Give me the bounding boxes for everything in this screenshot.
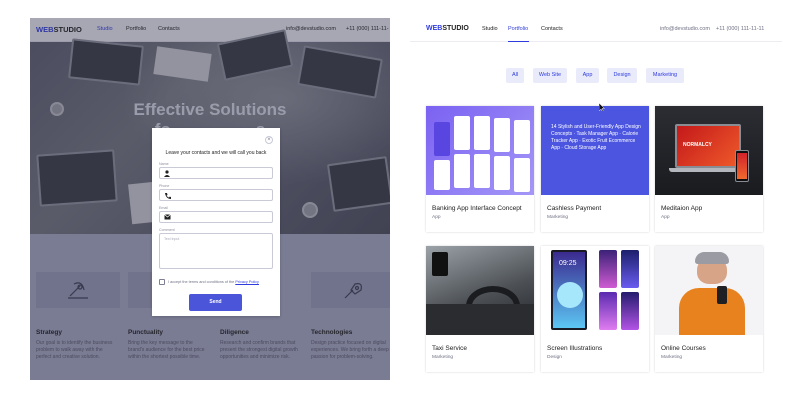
app-screen (494, 118, 510, 152)
app-screen (454, 116, 470, 150)
portfolio-card[interactable]: Banking App Interface Concept App (426, 106, 534, 232)
filter-all[interactable]: All (506, 68, 524, 83)
card-title: Banking App Interface Concept (432, 205, 522, 212)
card-title: Screen Illustrations (547, 345, 603, 352)
modal-title: Leave your contacts and we will call you… (165, 150, 267, 156)
card-category: Marketing (661, 355, 683, 360)
laptop-mockup: NORMALCY (675, 124, 741, 168)
card-image: 14 Stylish and User-Friendly App Design … (541, 106, 649, 195)
mail-icon (164, 214, 171, 220)
comment-textarea[interactable]: Text input (159, 233, 273, 269)
filter-design[interactable]: Design (607, 68, 637, 83)
portfolio-card[interactable]: 14 Stylish and User-Friendly App Design … (541, 106, 649, 232)
portfolio-card[interactable]: 09:25 Screen Illustrations Design (541, 246, 649, 372)
contact-modal: × Leave your contacts and we will call y… (152, 128, 280, 316)
field-label-email: Email (159, 206, 168, 210)
nav-portfolio[interactable]: Portfolio (508, 26, 528, 32)
laptop-screen: NORMALCY (677, 126, 739, 166)
logo[interactable]: WEBSTUDIO (426, 25, 469, 32)
card-image: NORMALCY (655, 106, 763, 195)
field-label-phone: Phone (159, 184, 170, 188)
filter-app[interactable]: App (576, 68, 599, 83)
card-title: Online Courses (661, 345, 706, 352)
card-title: Meditaion App (661, 205, 703, 212)
phone-field[interactable] (159, 189, 273, 201)
name-field[interactable] (159, 167, 273, 179)
consent-checkbox[interactable] (159, 279, 165, 285)
app-screen (494, 156, 510, 190)
screen-thumbnail (599, 292, 617, 330)
card-category: Design (547, 355, 562, 360)
card-category: Marketing (547, 215, 569, 220)
app-screen (514, 158, 530, 192)
active-nav-underline (508, 41, 529, 42)
portfolio-card[interactable]: Online Courses Marketing (655, 246, 763, 372)
portfolio-card[interactable]: NORMALCY Meditaion App App (655, 106, 763, 232)
close-icon[interactable]: × (265, 136, 273, 144)
app-screen (434, 122, 450, 156)
portfolio-card[interactable]: Taxi Service Marketing (426, 246, 534, 372)
card-image (426, 106, 534, 195)
right-header: WEBSTUDIO Studio Portfolio Contacts info… (410, 18, 782, 42)
app-screen (514, 120, 530, 154)
header-email[interactable]: info@devstudio.com (660, 26, 710, 32)
filter-web-site[interactable]: Web Site (533, 68, 567, 83)
portfolio-page: WEBSTUDIO Studio Portfolio Contacts info… (410, 0, 782, 400)
screen-thumbnail (621, 292, 639, 330)
privacy-policy-link[interactable]: Privacy Policy (235, 280, 259, 284)
phone-icon (165, 193, 171, 199)
field-label-comment: Comment (159, 228, 175, 232)
dashboard (426, 304, 534, 335)
card-title: Taxi Service (432, 345, 468, 352)
phone-screen (737, 153, 747, 179)
app-screen (474, 154, 490, 188)
card-category: App (432, 215, 441, 220)
user-icon (164, 170, 170, 177)
mouse-cursor-icon (599, 103, 605, 111)
phone-holder (432, 252, 448, 276)
screen-text: NORMALCY (683, 142, 712, 148)
person-phone (717, 286, 727, 304)
filter-marketing[interactable]: Marketing (646, 68, 684, 83)
card-image: 09:25 (541, 246, 649, 335)
app-screen (474, 116, 490, 150)
card-category: App (661, 215, 670, 220)
moon-circle (557, 282, 583, 308)
screen-thumbnail (599, 250, 617, 288)
send-button[interactable]: Send (189, 294, 242, 311)
card-category: Marketing (432, 355, 454, 360)
header-phone[interactable]: +11 (000) 111-11-11 (716, 26, 764, 32)
screen-thumbnail (621, 250, 639, 288)
field-label-name: Name (159, 162, 169, 166)
nav-studio[interactable]: Studio (482, 26, 498, 32)
phone-illustration: 09:25 (551, 250, 587, 330)
screenshot-canvas: WEBSTUDIO Studio Portfolio Contacts info… (0, 0, 800, 400)
app-screen (454, 154, 470, 188)
consent-label: I accept the terms and conditions of the… (168, 280, 259, 284)
app-screen (434, 160, 450, 190)
card-image (655, 246, 763, 335)
studio-page-with-modal: WEBSTUDIO Studio Portfolio Contacts info… (30, 18, 390, 380)
person-sweater (679, 288, 745, 335)
card-image (426, 246, 534, 335)
phone-mockup (735, 150, 749, 182)
person-beanie (695, 252, 729, 264)
card-hover-description: 14 Stylish and User-Friendly App Design … (551, 124, 641, 151)
card-title: Cashless Payment (547, 205, 602, 212)
comment-placeholder: Text input (164, 237, 180, 241)
email-field[interactable] (159, 211, 273, 223)
nav-contacts[interactable]: Contacts (541, 26, 563, 32)
illustration-time: 09:25 (559, 260, 577, 267)
